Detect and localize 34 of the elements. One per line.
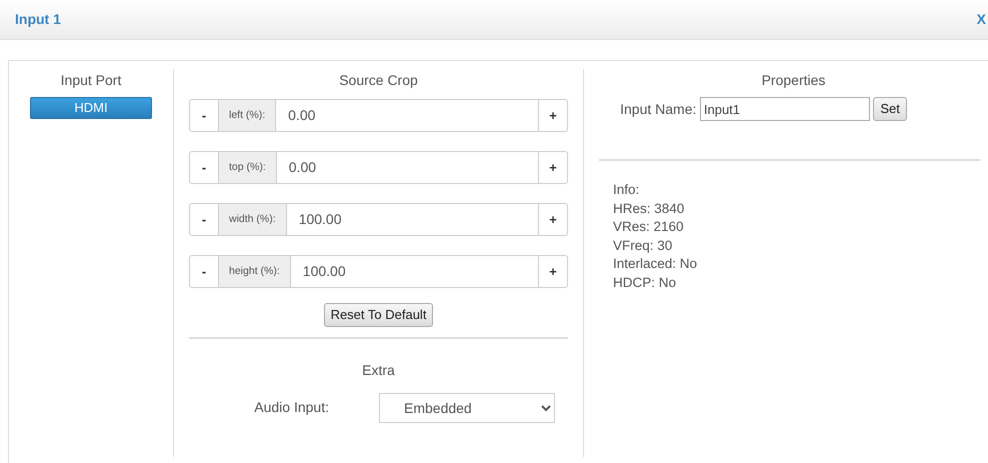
field-label: top (%): — [219, 151, 276, 184]
decrement-button[interactable]: - — [189, 151, 219, 184]
info-text: VRes: 2160 — [613, 218, 684, 236]
decrement-button[interactable]: - — [189, 99, 219, 132]
input-name-field[interactable]: Input1 — [700, 97, 870, 121]
info-text: Interlaced: No — [613, 255, 698, 273]
crop-value-field[interactable]: 100.00 — [290, 255, 538, 288]
close-button[interactable]: X — [976, 9, 986, 30]
crop-value-field[interactable]: 100.00 — [286, 203, 538, 236]
input-name-label: Input Name: — [620, 100, 696, 119]
audio-input-label: Audio Input: — [253, 398, 330, 417]
decrement-button[interactable]: - — [189, 255, 219, 288]
info-text: HRes: 3840 — [613, 200, 684, 218]
crop-value-field[interactable]: 0.00 — [275, 99, 538, 132]
set-button[interactable]: Set — [873, 97, 907, 121]
reset-button[interactable]: Reset To Default — [324, 303, 434, 326]
info-text: Info: — [613, 181, 640, 199]
section-heading: Extra — [361, 360, 396, 380]
info-text: HDCP: No — [613, 274, 676, 292]
section-heading: Input Port — [60, 71, 122, 90]
dialog-title: Input 1 — [15, 10, 61, 29]
increment-button[interactable]: + — [538, 151, 568, 184]
increment-button[interactable]: + — [538, 203, 568, 236]
increment-button[interactable]: + — [538, 255, 568, 288]
section-heading: Source Crop — [338, 71, 419, 90]
section-heading: Properties — [760, 71, 826, 90]
audio-input-dropdown[interactable]: Embedded — [379, 392, 555, 422]
field-label: width (%): — [219, 203, 286, 236]
crop-value-field[interactable]: 0.00 — [276, 151, 538, 184]
info-text: VFreq: 30 — [613, 236, 672, 255]
decrement-button[interactable]: - — [189, 203, 219, 236]
field-label: height (%): — [219, 255, 290, 288]
field-label: left (%): — [219, 99, 276, 132]
increment-button[interactable]: + — [538, 99, 568, 132]
